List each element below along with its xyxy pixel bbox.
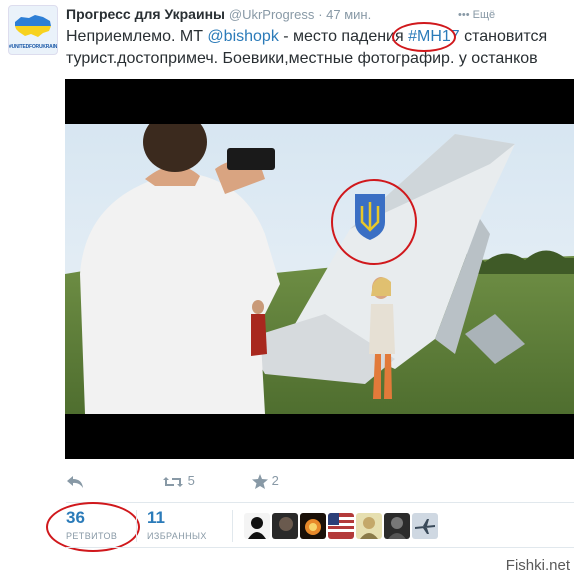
profile-photo-icon [388, 517, 406, 539]
favorite-button[interactable]: 2 [252, 470, 279, 492]
favorites-label: ИЗБРАННЫХ [147, 531, 207, 541]
tweet-time[interactable]: · 47 мин. [318, 7, 371, 22]
divider [232, 510, 233, 542]
retweet-button[interactable]: 5 [162, 470, 195, 492]
reply-icon [67, 475, 83, 488]
retweet-icon [163, 476, 183, 487]
account-handle[interactable]: @UkrProgress [229, 7, 314, 22]
star-icon [252, 474, 268, 490]
mention-link[interactable]: @bishopk [207, 28, 278, 45]
flame-icon [305, 519, 321, 535]
ukraine-flag-map-icon [15, 15, 51, 37]
watermark: Fishki.net [505, 557, 570, 574]
flag-icon [328, 513, 354, 532]
favorites-count: 11 [147, 508, 165, 527]
tweet-text-part: Неприемлемо. МТ [66, 28, 208, 45]
more-menu-button[interactable]: ••• Ещё [458, 9, 495, 21]
retweet-count: 5 [187, 473, 195, 488]
tweet-text: Неприемлемо. МТ @bishopk - место падения… [66, 26, 566, 70]
retweeter-avatar[interactable] [328, 513, 354, 539]
divider [66, 502, 574, 503]
tweet-text-part: становится [459, 28, 548, 45]
tweet-text-line2: турист.достопримеч. Боевики,местные фото… [66, 50, 538, 67]
airplane-icon [415, 519, 435, 534]
profile-photo-icon [279, 517, 293, 531]
favorite-count: 2 [271, 473, 279, 488]
retweets-highlight-circle [46, 502, 140, 552]
divider [136, 510, 137, 542]
retweeter-avatar[interactable] [356, 513, 382, 539]
silhouette-icon [248, 517, 266, 539]
hashtag-highlight-circle [392, 22, 456, 52]
crash-site-photo [65, 124, 574, 414]
avatar-tag: #UNITEDFORUKRAINE [9, 44, 58, 50]
tweet-photo[interactable] [65, 79, 574, 459]
divider [66, 547, 574, 548]
avatar[interactable]: #UNITEDFORUKRAINE [8, 5, 58, 55]
retweeter-avatar[interactable] [272, 513, 298, 539]
tweet-header: Прогресс для Украины @UkrProgress · 47 м… [66, 6, 566, 24]
retweeter-avatar[interactable] [412, 513, 438, 539]
retweeter-avatar[interactable] [244, 513, 270, 539]
account-name[interactable]: Прогресс для Украины [66, 6, 225, 22]
profile-photo-icon [360, 517, 378, 539]
retweeter-avatar[interactable] [300, 513, 326, 539]
tweet-text-part: - место падения [278, 28, 409, 45]
tweet-actions: 5 2 [66, 470, 366, 492]
retweeter-avatar[interactable] [384, 513, 410, 539]
reply-button[interactable] [66, 470, 84, 492]
emblem-highlight-circle [331, 179, 417, 265]
favorites-stat[interactable]: 11 ИЗБРАННЫХ [147, 508, 207, 541]
